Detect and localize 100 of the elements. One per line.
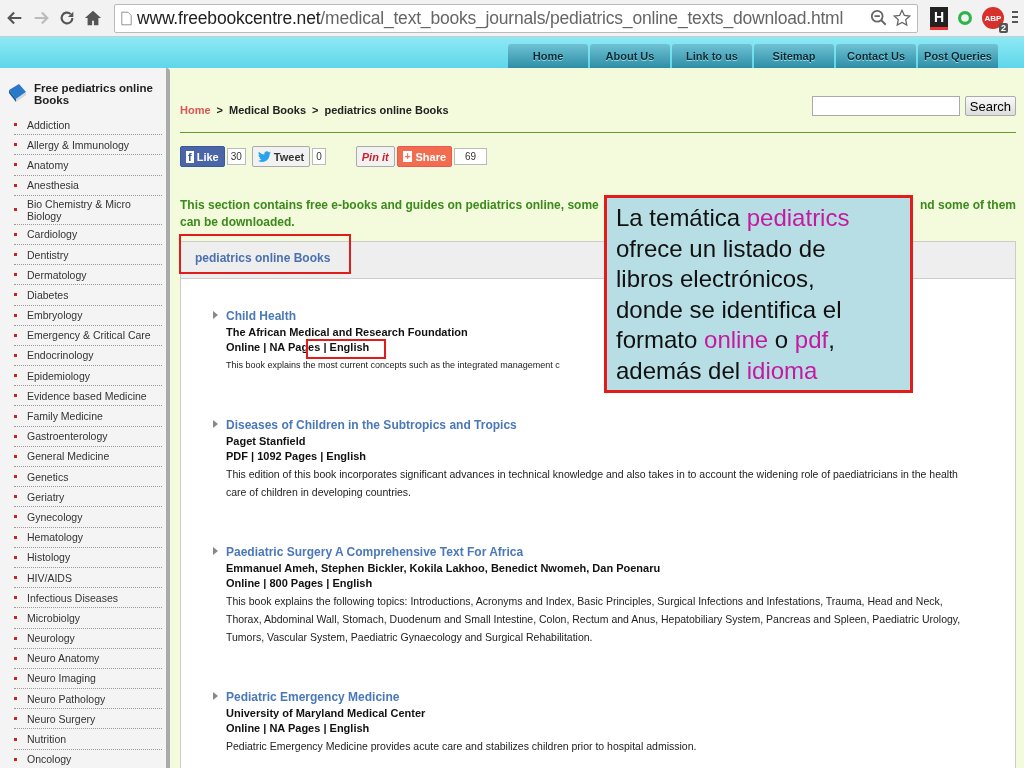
sidebar-link[interactable]: Addiction — [27, 116, 71, 133]
section-tab[interactable]: pediatrics online Books — [195, 251, 331, 265]
bullet-icon — [14, 434, 17, 438]
book-title-link[interactable]: Pediatric Emergency Medicine — [226, 690, 400, 704]
book-meta: Online | NA Pages | English — [226, 722, 370, 734]
like-button[interactable]: f Like — [180, 146, 225, 167]
bullet-icon — [14, 143, 17, 147]
annotation-callout: La temática pediatrics ofrece un listado de libros electrónicos, donde se identifica el formato online o pdf, además del idioma — [604, 195, 913, 393]
extension-icon[interactable]: H — [930, 6, 948, 30]
bullet-icon — [14, 495, 17, 499]
book-author: The African Medical and Research Foundation — [226, 326, 468, 338]
book-author: Emmanuel Ameh, Stephen Bickler, Kokila Lakhoo, Benedict Nwomeh, Dan Poenaru — [226, 562, 661, 574]
sidebar-link[interactable]: Gynecology — [27, 508, 83, 525]
triangle-icon — [213, 420, 218, 428]
sidebar-link[interactable]: Oncology — [27, 751, 72, 768]
nav-link[interactable]: Home — [508, 44, 588, 68]
bullet-icon — [14, 737, 17, 741]
bullet-icon — [14, 123, 17, 127]
book-title-link[interactable]: Diseases of Children in the Subtropics and Tropics — [226, 418, 517, 432]
intro-text: can be downloaded. — [180, 215, 295, 229]
nav-link[interactable]: Post Queries — [918, 44, 998, 68]
book-description: This book explains the most current concepts such as the integrated management c — [226, 359, 560, 372]
nav-link[interactable]: Sitemap — [754, 44, 834, 68]
triangle-icon — [213, 547, 218, 555]
book-meta: Online | 800 Pages | English — [226, 577, 373, 589]
breadcrumb-item: Medical Books — [229, 104, 307, 116]
book-meta: PDF | 1092 Pages | English — [226, 450, 367, 462]
bullet-icon — [14, 636, 17, 640]
sidebar-link[interactable]: Bio Chemistry & Micro Biology — [27, 195, 162, 224]
triangle-icon — [213, 311, 218, 319]
sidebar-link[interactable]: Neuro Pathology — [27, 690, 106, 707]
sidebar-link[interactable]: Emergency & Critical Care — [27, 327, 151, 344]
back-icon[interactable] — [6, 9, 24, 27]
sidebar-link[interactable]: Diabetes — [27, 286, 69, 303]
tweet-button[interactable]: Tweet — [251, 146, 311, 167]
sidebar-link[interactable]: Family Medicine — [27, 408, 103, 425]
bullet-icon — [14, 576, 17, 580]
search-field[interactable] — [811, 96, 960, 116]
zoom-icon[interactable] — [870, 9, 888, 27]
nav-link[interactable]: Link to us — [672, 44, 752, 68]
intro-text: This section contains free e-books and guides on pediatrics online, some — [180, 197, 599, 214]
count-badge: 2 — [999, 23, 1008, 33]
sidebar-link[interactable]: Neurology — [27, 630, 75, 647]
sidebar-link[interactable]: Geriatry — [27, 488, 65, 505]
sidebar-link[interactable]: Epidemiology — [27, 367, 91, 384]
nav-link[interactable]: About Us — [590, 44, 670, 68]
sidebar-link[interactable]: Gastroenterology — [27, 428, 108, 445]
sidebar-link[interactable]: Nutrition — [27, 731, 67, 748]
book-title-link[interactable]: Child Health — [226, 309, 296, 323]
reload-icon[interactable] — [58, 9, 76, 27]
address-bar[interactable]: www.freebookcentre.net/medical_text_books_journals/pediatrics_online_texts_download.html — [114, 3, 918, 33]
bullet-icon — [14, 394, 17, 398]
bullet-icon — [14, 697, 17, 701]
sidebar-link[interactable]: Cardiology — [27, 226, 78, 243]
book-title-link[interactable]: Paediatric Surgery A Comprehensive Text For Africa — [226, 545, 524, 559]
sidebar-link[interactable]: Dentistry — [27, 246, 69, 263]
bullet-icon — [14, 454, 17, 458]
sidebar-link[interactable]: Histology — [27, 549, 71, 566]
sidebar-link[interactable]: Hematology — [27, 529, 84, 546]
bullet-icon — [14, 515, 17, 519]
bullet-icon — [14, 313, 17, 317]
star-icon[interactable] — [893, 9, 911, 27]
home-icon[interactable] — [84, 9, 102, 27]
sidebar-link[interactable]: Neuro Anatomy — [27, 650, 100, 667]
nav-link[interactable]: Contact Us — [836, 44, 916, 68]
bullet-icon — [14, 333, 17, 337]
bullet-icon — [14, 208, 17, 212]
sidebar-link[interactable]: HIV/AIDS — [27, 569, 72, 586]
book-description: This edition of this book incorporates significant advances in technical knowledge and also takes in to account the widening role of paediatricians in the health care of children in developing countries. — [226, 467, 959, 500]
sidebar-link[interactable]: Endocrinology — [27, 347, 94, 364]
sidebar-link[interactable]: Anatomy — [27, 156, 69, 173]
sidebar-link[interactable]: General Medicine — [27, 448, 110, 465]
sidebar-link[interactable]: Allergy & Immunology — [27, 136, 130, 153]
sidebar-link[interactable]: Embryology — [27, 307, 83, 324]
sidebar-link[interactable]: Infectious Diseases — [27, 589, 119, 606]
sidebar-link[interactable]: Microbiolgy — [27, 609, 81, 626]
pin-button[interactable]: Pin it — [355, 146, 395, 167]
breadcrumb-separator: > — [216, 104, 223, 116]
sidebar-link[interactable]: Evidence based Medicine — [27, 387, 147, 404]
share-count: 0 — [312, 148, 326, 165]
breadcrumb-separator: > — [312, 104, 319, 116]
breadcrumb-link[interactable]: Home — [180, 104, 211, 116]
page-icon — [121, 10, 132, 26]
bullet-icon — [14, 414, 17, 418]
book-author: University of Maryland Medical Center — [226, 707, 426, 719]
menu-icon[interactable] — [1012, 10, 1018, 26]
sidebar-link[interactable]: Genetics — [27, 468, 69, 485]
bullet-icon — [14, 717, 17, 721]
search-button[interactable]: Search — [964, 96, 1016, 116]
sidebar-link[interactable]: Neuro Imaging — [27, 670, 96, 687]
sidebar-link[interactable]: Neuro Surgery — [27, 710, 96, 727]
sidebar-link[interactable]: Dermatology — [27, 266, 87, 283]
book-description: This book explains the following topics: Introductions, Acronyms and Index, Basic Principles, Surgical Infections and Infestations, Trauma, Head and Neck, Thorax, Abdominal Wall, Stomach, Duodenum and Small Intestine, Colon, Rectum and Anus, Hepatobiliary System, Pancreas and Spleen, Paediatric Urology, Tumors, Vascular System, Paediatric Gynaecology and Surgical Rehabilitation. — [226, 594, 962, 645]
sidebar-title: Free pediatrics online Books — [34, 82, 154, 106]
share-count: 69 — [454, 148, 488, 165]
bullet-icon — [14, 273, 17, 277]
f-icon: f — [186, 150, 194, 163]
sidebar-link[interactable]: Anesthesia — [27, 177, 79, 194]
plus-icon: + — [402, 151, 413, 162]
triangle-icon — [213, 692, 218, 700]
